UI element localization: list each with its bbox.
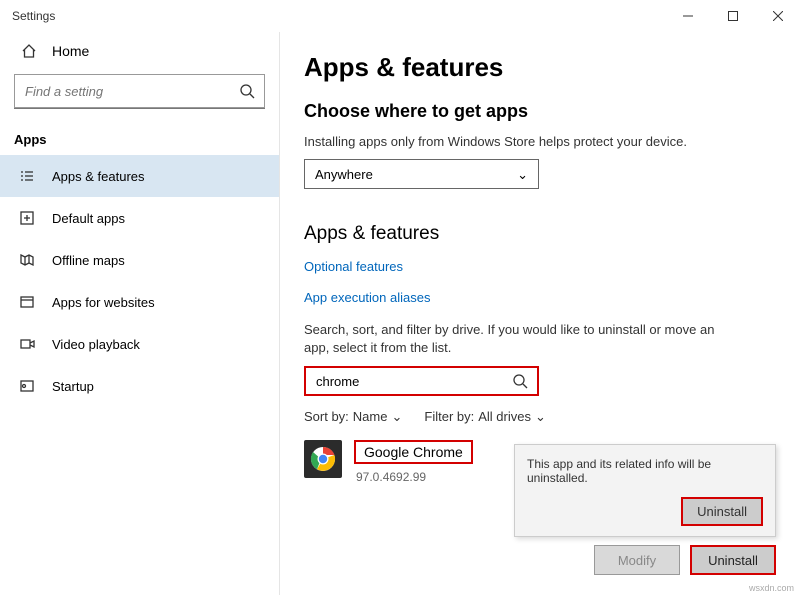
search-icon (238, 82, 256, 100)
uninstall-confirm-button[interactable]: Uninstall (681, 497, 763, 526)
settings-search[interactable] (14, 74, 265, 108)
app-action-buttons: Modify Uninstall (594, 545, 776, 575)
startup-icon (18, 377, 36, 395)
choose-help-text: Installing apps only from Windows Store … (304, 134, 778, 149)
close-button[interactable] (755, 0, 800, 32)
sidebar-item-label: Video playback (52, 337, 140, 352)
search-icon (511, 372, 529, 390)
sidebar-section-label: Apps (0, 118, 279, 155)
window-title: Settings (12, 9, 55, 23)
sidebar-item-label: Apps for websites (52, 295, 155, 310)
chrome-icon (304, 440, 342, 478)
titlebar: Settings (0, 0, 800, 32)
chevron-down-icon: ⌄ (535, 409, 546, 425)
website-icon (18, 293, 36, 311)
sidebar-item-apps-for-websites[interactable]: Apps for websites (0, 281, 279, 323)
modify-button: Modify (594, 545, 680, 575)
app-search-input[interactable] (314, 373, 511, 390)
chevron-down-icon: ⌄ (517, 167, 528, 183)
page-title: Apps & features (304, 52, 778, 83)
watermark: wsxdn.com (749, 583, 794, 593)
home-icon (20, 42, 38, 60)
app-info: Google Chrome 97.0.4692.99 (354, 440, 473, 484)
default-apps-icon (18, 209, 36, 227)
app-source-value: Anywhere (315, 167, 373, 182)
sidebar-item-offline-maps[interactable]: Offline maps (0, 239, 279, 281)
sidebar-item-video-playback[interactable]: Video playback (0, 323, 279, 365)
video-icon (18, 335, 36, 353)
sidebar-item-label: Startup (52, 379, 94, 394)
optional-features-link[interactable]: Optional features (304, 259, 778, 274)
list-description: Search, sort, and filter by drive. If yo… (304, 321, 734, 356)
sidebar-item-label: Default apps (52, 211, 125, 226)
chevron-down-icon: ⌄ (391, 409, 402, 425)
sidebar-item-startup[interactable]: Startup (0, 365, 279, 407)
map-icon (18, 251, 36, 269)
main-content: Apps & features Choose where to get apps… (280, 32, 800, 595)
sidebar-item-default-apps[interactable]: Default apps (0, 197, 279, 239)
minimize-button[interactable] (665, 0, 710, 32)
window-controls (665, 0, 800, 32)
uninstall-confirm-popup: This app and its related info will be un… (514, 444, 776, 537)
app-search-box[interactable] (304, 366, 539, 396)
home-link[interactable]: Home (0, 32, 279, 74)
filter-by[interactable]: Filter by: All drives ⌄ (424, 408, 546, 424)
app-version: 97.0.4692.99 (354, 470, 473, 484)
choose-heading: Choose where to get apps (304, 101, 778, 122)
sidebar-item-label: Offline maps (52, 253, 125, 268)
uninstall-button[interactable]: Uninstall (690, 545, 776, 575)
settings-search-input[interactable] (23, 83, 238, 100)
app-execution-aliases-link[interactable]: App execution aliases (304, 290, 778, 305)
home-label: Home (52, 43, 89, 59)
uninstall-confirm-text: This app and its related info will be un… (527, 457, 763, 485)
list-icon (18, 167, 36, 185)
apps-features-subheading: Apps & features (304, 223, 778, 245)
sidebar-item-label: Apps & features (52, 169, 145, 184)
sort-by[interactable]: Sort by: Name ⌄ (304, 408, 402, 424)
sort-filter-row: Sort by: Name ⌄ Filter by: All drives ⌄ (304, 408, 778, 424)
maximize-button[interactable] (710, 0, 755, 32)
app-name: Google Chrome (354, 440, 473, 464)
sidebar-item-apps-features[interactable]: Apps & features (0, 155, 279, 197)
sidebar: Home Apps Apps & features Default apps O… (0, 32, 280, 595)
app-source-select[interactable]: Anywhere ⌄ (304, 159, 539, 189)
